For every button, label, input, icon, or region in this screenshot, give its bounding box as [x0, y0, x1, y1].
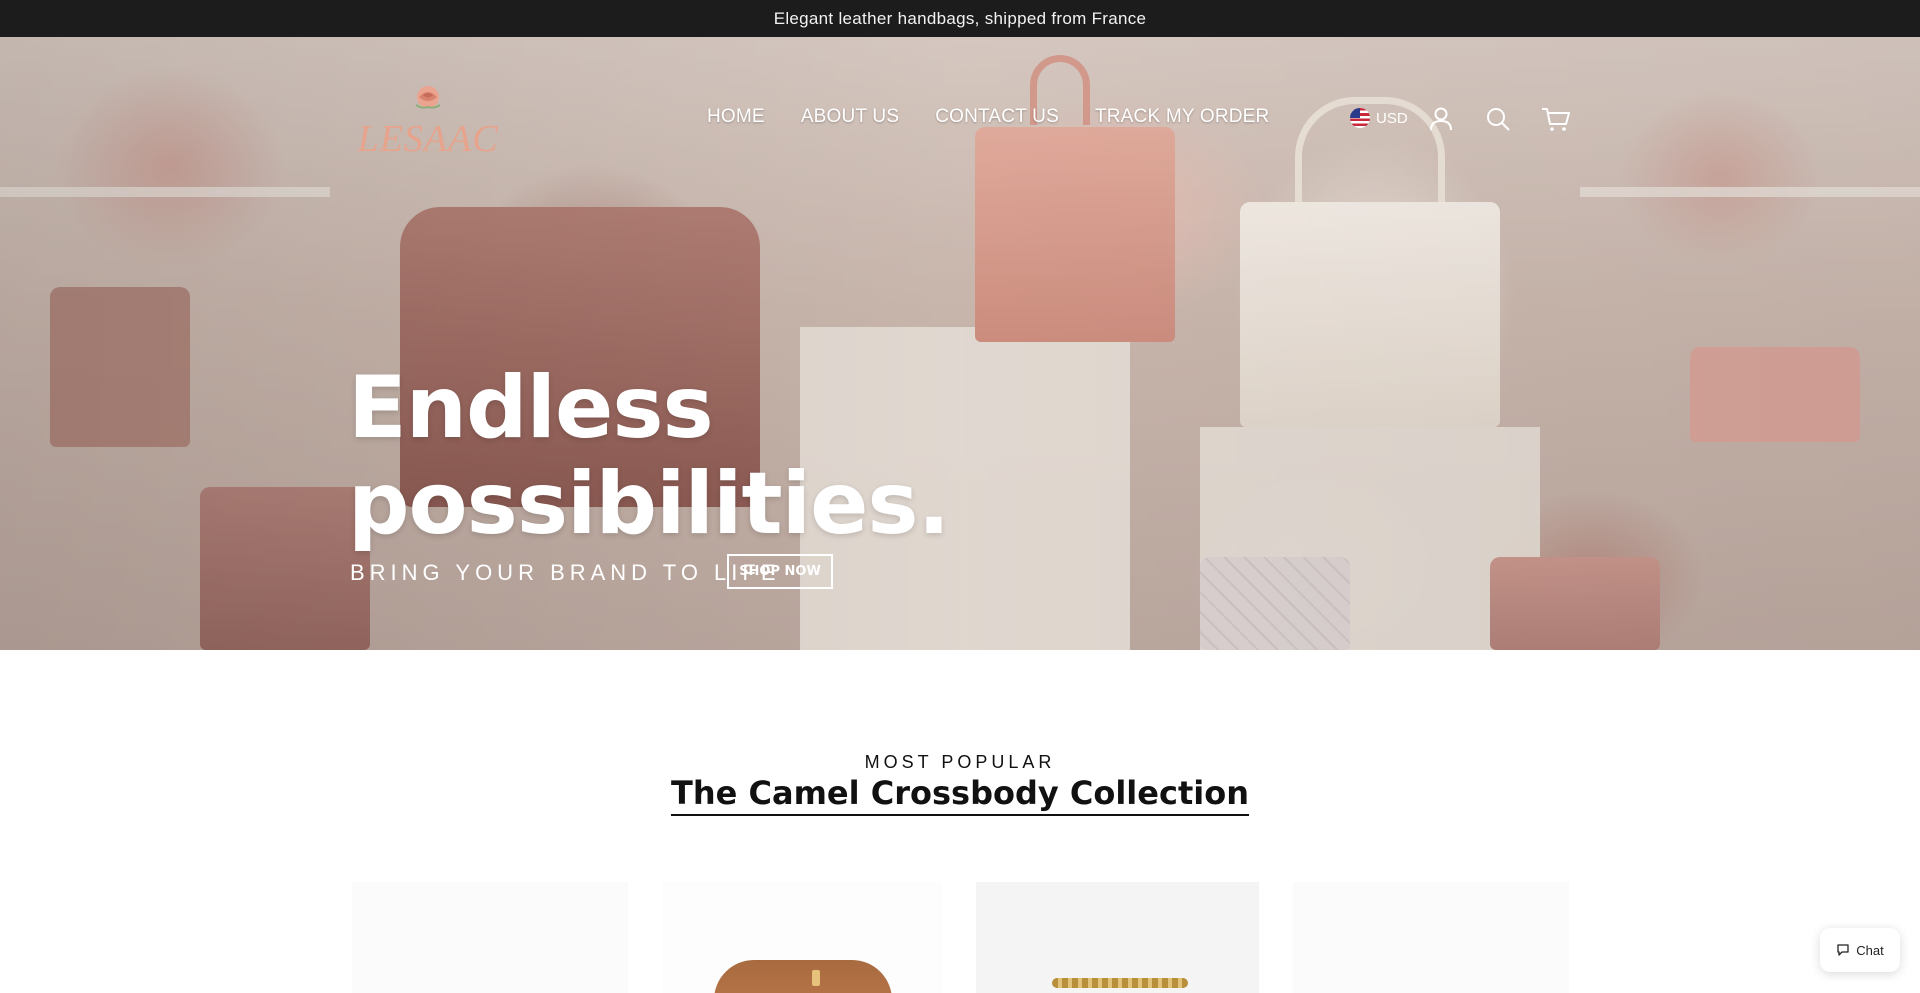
product-card[interactable]: [976, 882, 1259, 993]
chat-button[interactable]: Chat: [1820, 928, 1900, 972]
product-image-chain-strap: [1052, 978, 1188, 988]
hero-overlay: [0, 37, 1920, 650]
nav-contact-us[interactable]: CONTACT US: [935, 106, 1059, 128]
currency-label: USD: [1376, 109, 1408, 127]
product-card[interactable]: [1293, 882, 1569, 993]
section-eyebrow: MOST POPULAR: [864, 752, 1056, 772]
product-image-camel-bag: [714, 960, 892, 993]
main-nav: HOME ABOUT US CONTACT US TRACK MY ORDER: [707, 106, 1269, 128]
search-icon[interactable]: [1484, 105, 1512, 133]
hero-banner: [0, 37, 1920, 650]
nav-track-my-order[interactable]: TRACK MY ORDER: [1095, 106, 1270, 128]
section-title-wrap: The Camel Crossbody Collection: [0, 774, 1920, 816]
hero-title: Endless possibilities.: [348, 358, 950, 554]
hero-title-line1: Endless: [348, 358, 714, 458]
hero-title-line2: possibilities.: [348, 454, 950, 554]
logo-wordmark: LESAAC: [357, 118, 499, 160]
announcement-text: Elegant leather handbags, shipped from F…: [773, 8, 1147, 28]
collection-title-link[interactable]: The Camel Crossbody Collection: [671, 774, 1249, 816]
account-icon[interactable]: [1427, 105, 1455, 133]
nav-about-us[interactable]: ABOUT US: [801, 106, 899, 128]
store-logo[interactable]: LESAAC: [352, 83, 504, 160]
product-card[interactable]: [352, 882, 628, 993]
nav-home[interactable]: HOME: [707, 106, 765, 128]
shop-now-button[interactable]: SHOP NOW: [727, 554, 833, 589]
currency-selector[interactable]: USD: [1350, 108, 1408, 128]
hero-subtitle: BRING YOUR BRAND TO LIFE: [350, 560, 781, 585]
rose-logo-icon: [415, 86, 441, 109]
chat-label: Chat: [1856, 942, 1884, 958]
us-flag-icon: [1350, 108, 1370, 128]
announcement-bar: Elegant leather handbags, shipped from F…: [0, 0, 1920, 37]
bag-clasp: [812, 970, 820, 986]
product-card[interactable]: [662, 882, 942, 993]
cart-icon[interactable]: [1541, 105, 1571, 133]
chat-bubble-icon: [1837, 944, 1849, 956]
